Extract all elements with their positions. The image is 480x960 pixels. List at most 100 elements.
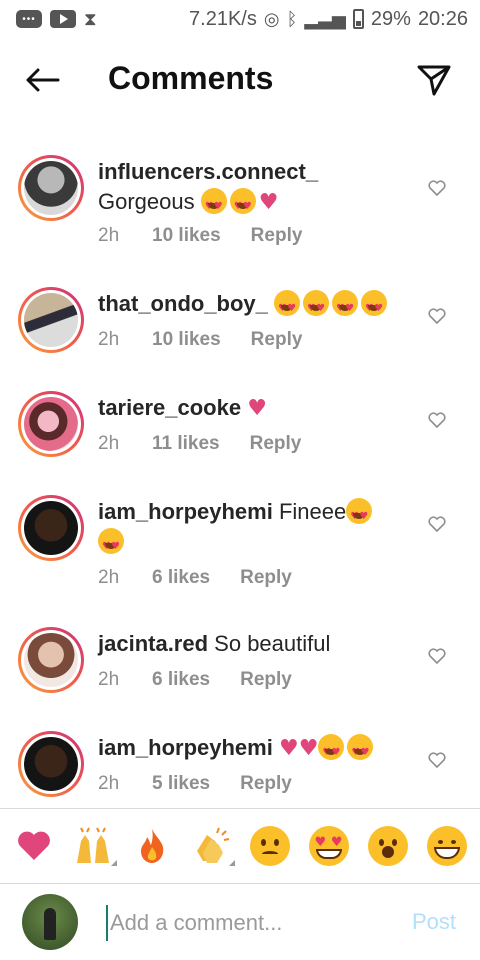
raised-hands-icon [76,827,109,863]
reply-button[interactable]: Reply [240,773,292,795]
heart-outline-icon [428,516,446,532]
avatar[interactable] [18,155,84,221]
clapping-hands-emoji-button[interactable] [187,822,235,870]
heart-emoji: ♥♥ [278,736,319,761]
comment-item: iam_horpeyhemi Fineee 2h 6 likes Reply [0,495,480,625]
sad-face-emoji-button[interactable] [246,822,294,870]
comment-meta: 2h 11 likes Reply [98,433,301,455]
comment-meta: 2h 10 likes Reply [98,225,302,247]
like-button[interactable] [424,407,450,433]
comment-username[interactable]: jacinta.red [98,631,208,656]
heart-emoji-button[interactable] [10,822,58,870]
heart-eyes-emoji [361,290,388,324]
comment-time: 2h [98,225,120,246]
youtube-icon [50,10,76,28]
comment-input[interactable] [106,905,396,941]
heart-emoji: ♥ [247,396,267,421]
comment-text: that_ondo_boy_ [98,289,398,324]
heart-eyes-emoji [346,498,373,532]
comment-meta: 2h 6 likes Reply [98,567,292,589]
avatar [22,894,78,950]
clapping-hands-icon [196,827,229,863]
comment-message: Fineee [278,499,347,524]
comment-item: iam_horpeyhemi ♥♥ 2h 5 likes Reply [0,731,480,807]
reply-button[interactable]: Reply [250,433,302,455]
hourglass-icon: ⧗ [84,8,97,30]
reply-button[interactable]: Reply [251,329,303,351]
grinning-face-icon [426,826,467,866]
post-button[interactable]: Post [412,909,456,935]
comment-text: influencers.connect_ Gorgeous ♥ [98,157,398,222]
like-button[interactable] [424,511,450,537]
grinning-face-emoji-button[interactable] [423,822,471,870]
messaging-icon: ••• [16,10,42,28]
heart-eyes-icon: ♥ ♥ [308,826,349,866]
comment-meta: 2h 5 likes Reply [98,773,292,795]
comment-text: iam_horpeyhemi Fineee [98,497,388,562]
heart-emoji: ♥ [258,190,279,215]
heart-eyes-emoji [347,734,374,768]
hotspot-icon: ◎ [263,8,280,30]
avatar[interactable] [18,287,84,353]
avatar[interactable] [18,627,84,693]
comment-time: 2h [98,329,120,350]
comment-message: Gorgeous [98,189,195,214]
comment-likes[interactable]: 11 likes [152,433,220,455]
battery-icon [352,9,364,29]
arrow-left-icon [26,68,60,92]
paper-plane-icon [417,65,451,96]
heart-eyes-emoji [318,734,345,768]
reply-button[interactable]: Reply [240,567,292,589]
like-button[interactable] [424,747,450,773]
like-button[interactable] [424,303,450,329]
network-speed: 7.21K/s [189,7,257,30]
heart-eyes-emoji [98,528,124,562]
heart-eyes-emoji [229,188,256,222]
heart-outline-icon [428,180,446,196]
comment-likes[interactable]: 5 likes [152,773,210,795]
comment-likes[interactable]: 6 likes [152,669,210,691]
clock: 20:26 [417,7,468,30]
comment-username[interactable]: tariere_cooke [98,395,241,420]
like-button[interactable] [424,175,450,201]
heart-outline-icon [428,308,446,324]
surprised-face-emoji-button[interactable] [364,822,412,870]
comment-username[interactable]: influencers.connect_ [98,159,318,184]
comment-username[interactable]: that_ondo_boy_ [98,291,268,316]
heart-eyes-emoji-button[interactable]: ♥ ♥ [305,822,353,870]
comment-likes[interactable]: 10 likes [152,225,221,247]
comment-item: that_ondo_boy_ 2h 10 likes Reply [0,287,480,387]
comment-likes[interactable]: 10 likes [152,329,221,351]
comment-username[interactable]: iam_horpeyhemi [98,735,273,760]
comment-likes[interactable]: 6 likes [152,567,210,589]
comment-text: tariere_cooke ♥ [98,393,398,424]
reply-button[interactable]: Reply [240,669,292,691]
avatar[interactable] [18,391,84,457]
direct-message-button[interactable] [414,60,454,100]
heart-eyes-emoji [274,290,301,324]
sad-face-icon [249,826,290,866]
reply-button[interactable]: Reply [251,225,303,247]
surprised-face-icon [367,826,408,866]
like-button[interactable] [424,643,450,669]
avatar[interactable] [18,731,84,797]
heart-eyes-emoji [303,290,330,324]
back-button[interactable] [22,62,62,98]
emoji-reaction-bar: ♥ ♥ [0,808,480,884]
comment-item: influencers.connect_ Gorgeous ♥ 2h 10 li… [0,155,480,265]
comment-username[interactable]: iam_horpeyhemi [98,499,273,524]
heart-outline-icon [428,752,446,768]
comment-time: 2h [98,433,120,454]
comment-message: So beautiful [214,631,331,656]
comment-time: 2h [98,567,120,588]
page-title: Comments [108,60,274,96]
raised-hands-emoji-button[interactable] [69,822,117,870]
heart-icon [17,831,50,860]
comment-item: tariere_cooke ♥ 2h 11 likes Reply [0,391,480,491]
comment-time: 2h [98,773,120,794]
heart-eyes-emoji [332,290,359,324]
avatar[interactable] [18,495,84,561]
heart-eyes-emoji [200,188,227,222]
comment-meta: 2h 10 likes Reply [98,329,302,351]
fire-emoji-button[interactable] [128,822,176,870]
